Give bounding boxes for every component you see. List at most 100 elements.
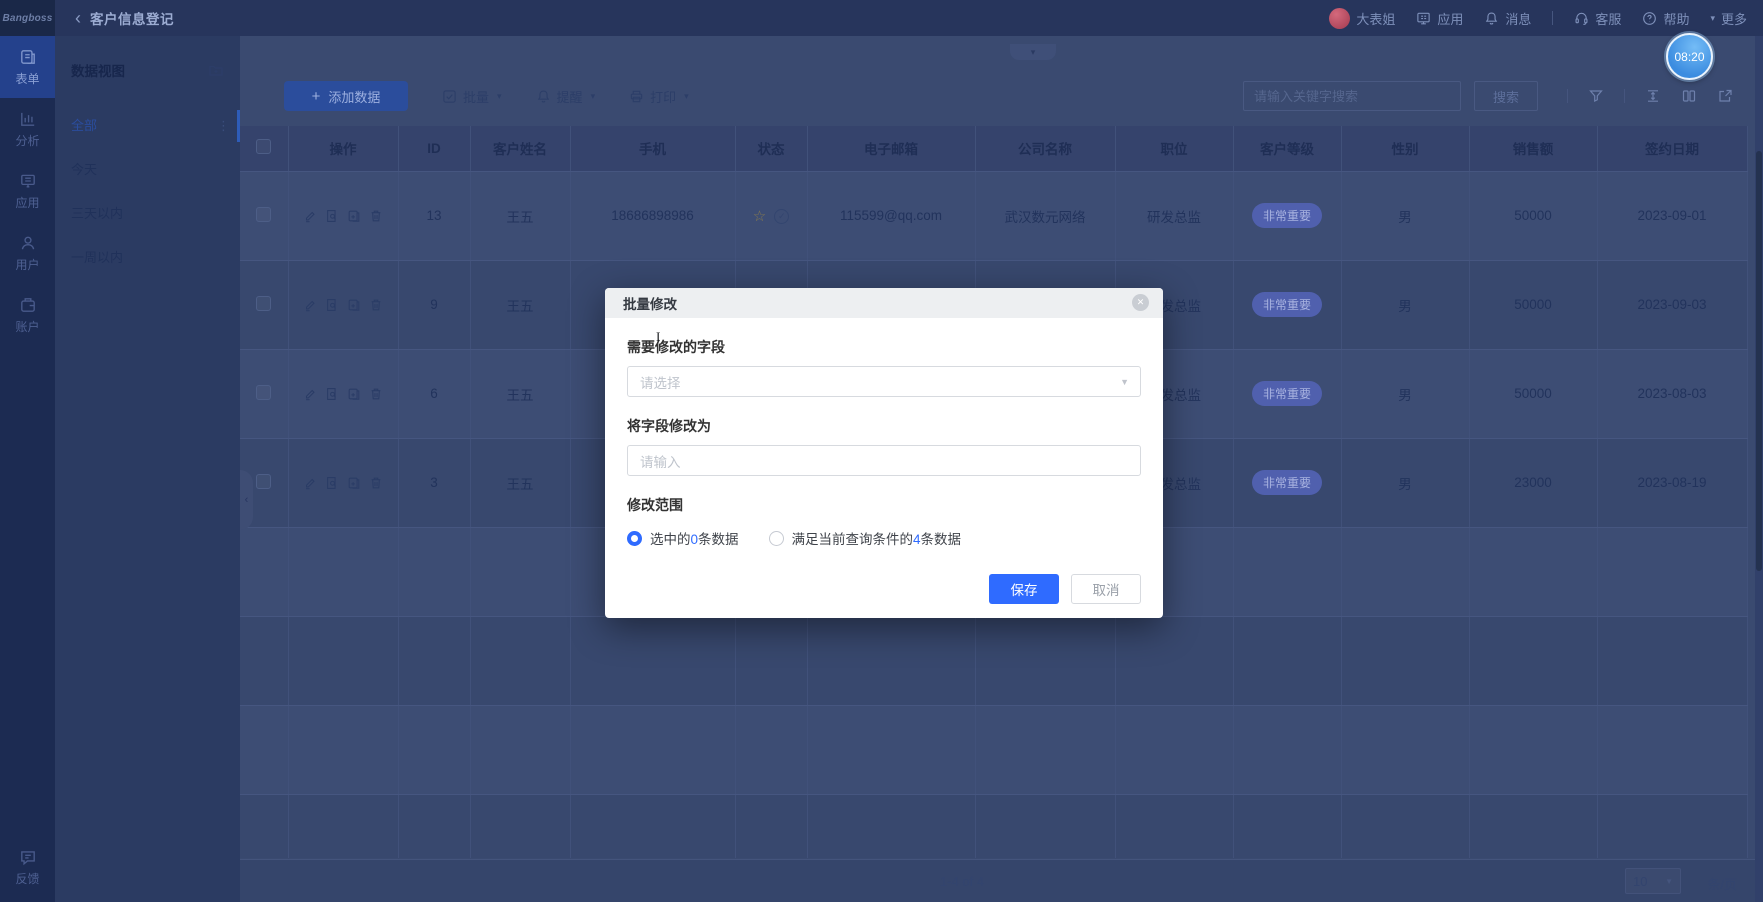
radio-selected-rows[interactable]: 选中的0条数据 — [627, 528, 739, 548]
add-data-button[interactable]: + 添加数据 — [284, 81, 408, 111]
edit-icon[interactable] — [303, 387, 317, 401]
support-menu-item[interactable]: 客服 — [1574, 9, 1621, 28]
row-height-icon[interactable] — [1645, 88, 1661, 104]
rail-item-feedback[interactable]: 反馈 — [0, 836, 55, 898]
more-menu-item[interactable]: ▾ 更多 — [1710, 9, 1747, 28]
col-ops[interactable]: 操作 — [288, 126, 398, 171]
col-email[interactable]: 电子邮箱 — [807, 126, 975, 171]
close-icon[interactable]: ✕ — [1132, 294, 1149, 311]
select-all-checkbox[interactable] — [256, 139, 271, 154]
remind-bell-icon — [536, 89, 551, 104]
rail-label-analysis: 分析 — [15, 132, 39, 149]
print-dropdown[interactable]: 打印 ▾ — [629, 87, 689, 106]
export-icon[interactable] — [1717, 88, 1733, 104]
view-detail-icon[interactable] — [325, 476, 339, 490]
apps-menu-item[interactable]: 应用 — [1416, 9, 1463, 28]
add-view-folder-icon[interactable] — [208, 62, 224, 78]
copy-icon[interactable] — [347, 298, 361, 312]
view-item-all[interactable]: 全部 ⋮ — [55, 104, 240, 148]
col-date[interactable]: 签约日期 — [1597, 126, 1747, 171]
user-name: 大表姐 — [1356, 9, 1395, 28]
modal-body: 需要修改的字段 请选择 ▼ 将字段修改为 请输入 修改范围 选中的0条数据 满足… — [605, 337, 1163, 604]
collapse-chevron-icon: ▾ — [1031, 47, 1036, 58]
row-checkbox[interactable] — [256, 474, 271, 489]
panel-collapse-handle[interactable]: ‹ — [240, 470, 253, 530]
view-item-today-label: 今天 — [71, 162, 97, 177]
help-menu-item[interactable]: 帮助 — [1642, 9, 1689, 28]
user-menu[interactable]: 大表姐 — [1329, 8, 1395, 29]
rail-item-analysis[interactable]: 分析 — [0, 98, 55, 160]
copy-icon[interactable] — [347, 387, 361, 401]
rail-item-app[interactable]: 应用 — [0, 160, 55, 222]
view-item-week[interactable]: 一周以内 — [55, 236, 240, 280]
copy-icon[interactable] — [347, 209, 361, 223]
delete-icon[interactable] — [369, 476, 383, 490]
row-checkbox[interactable] — [256, 296, 271, 311]
rail-label-form: 表单 — [15, 70, 39, 87]
save-button[interactable]: 保存 — [989, 574, 1059, 604]
view-item-today[interactable]: 今天 — [55, 148, 240, 192]
page-size-select[interactable]: 10 ▼ — [1625, 868, 1681, 894]
new-value-input[interactable]: 请输入 — [627, 445, 1141, 476]
radio-query-rows[interactable]: 满足当前查询条件的4条数据 — [769, 528, 962, 548]
more-dots-icon[interactable]: ⋮ — [217, 104, 230, 148]
messages-menu-item[interactable]: 消息 — [1484, 9, 1531, 28]
circle-check-icon[interactable]: ✓ — [774, 209, 789, 224]
select-all-cell — [240, 126, 288, 171]
view-item-three-days[interactable]: 三天以内 — [55, 192, 240, 236]
batch-edit-modal: 批量修改 ✕ 需要修改的字段 请选择 ▼ 将字段修改为 请输入 修改范围 选中的… — [605, 288, 1163, 618]
col-phone[interactable]: 手机 — [570, 126, 735, 171]
view-detail-icon[interactable] — [325, 387, 339, 401]
rail-item-account[interactable]: 账户 — [0, 284, 55, 346]
field-select[interactable]: 请选择 ▼ — [627, 366, 1141, 397]
rail-item-user[interactable]: 用户 — [0, 222, 55, 284]
analysis-icon — [19, 110, 37, 128]
filter-funnel-icon[interactable] — [1588, 88, 1604, 104]
delete-icon[interactable] — [369, 298, 383, 312]
edit-icon[interactable] — [303, 298, 317, 312]
back-icon[interactable]: ‹ — [75, 9, 81, 27]
col-status[interactable]: 状态 — [735, 126, 807, 171]
empty-row — [240, 794, 1747, 858]
delete-icon[interactable] — [369, 209, 383, 223]
col-level[interactable]: 客户等级 — [1233, 126, 1341, 171]
radio-off-icon[interactable] — [769, 531, 784, 546]
toolbar-divider — [1624, 89, 1625, 103]
radio-on-icon[interactable] — [627, 531, 642, 546]
search-button[interactable]: 搜索 — [1474, 81, 1538, 111]
new-value-label: 将字段修改为 — [627, 416, 1141, 436]
print-label: 打印 — [650, 87, 676, 106]
row-checkbox[interactable] — [256, 207, 271, 222]
star-icon[interactable]: ☆ — [753, 208, 766, 225]
search-input[interactable] — [1243, 81, 1461, 111]
cancel-button[interactable]: 取消 — [1071, 574, 1141, 604]
col-id[interactable]: ID — [398, 126, 470, 171]
col-position[interactable]: 职位 — [1115, 126, 1233, 171]
col-company[interactable]: 公司名称 — [975, 126, 1115, 171]
col-name[interactable]: 客户姓名 — [470, 126, 570, 171]
col-sales[interactable]: 销售额 — [1469, 126, 1597, 171]
rail-item-form[interactable]: 表单 — [0, 36, 55, 98]
batch-dropdown[interactable]: 批量 ▾ — [442, 87, 502, 106]
view-detail-icon[interactable] — [325, 209, 339, 223]
remind-dropdown[interactable]: 提醒 ▾ — [536, 87, 596, 106]
delete-icon[interactable] — [369, 387, 383, 401]
level-badge: 非常重要 — [1252, 470, 1322, 495]
column-settings-icon[interactable] — [1681, 88, 1697, 104]
collapse-left-icon: ‹ — [245, 494, 249, 506]
vertical-scrollbar[interactable] — [1755, 36, 1763, 902]
edit-icon[interactable] — [303, 209, 317, 223]
copy-icon[interactable] — [347, 476, 361, 490]
row-checkbox[interactable] — [256, 385, 271, 400]
recording-timer-bubble[interactable]: 08:20 — [1666, 33, 1713, 80]
feedback-icon — [19, 848, 37, 866]
edit-icon[interactable] — [303, 476, 317, 490]
table-toolbar: + 添加数据 批量 ▾ 提醒 ▾ 打印 ▾ 搜索 — [240, 81, 1763, 111]
col-gender[interactable]: 性别 — [1341, 126, 1469, 171]
chevron-down-icon: ▼ — [1665, 877, 1673, 886]
view-detail-icon[interactable] — [325, 298, 339, 312]
rail-label-user: 用户 — [15, 256, 39, 273]
toolbar-collapse-tab[interactable]: ▾ — [1010, 44, 1056, 60]
scrollbar-thumb[interactable] — [1756, 151, 1762, 571]
add-data-label: 添加数据 — [328, 87, 380, 106]
